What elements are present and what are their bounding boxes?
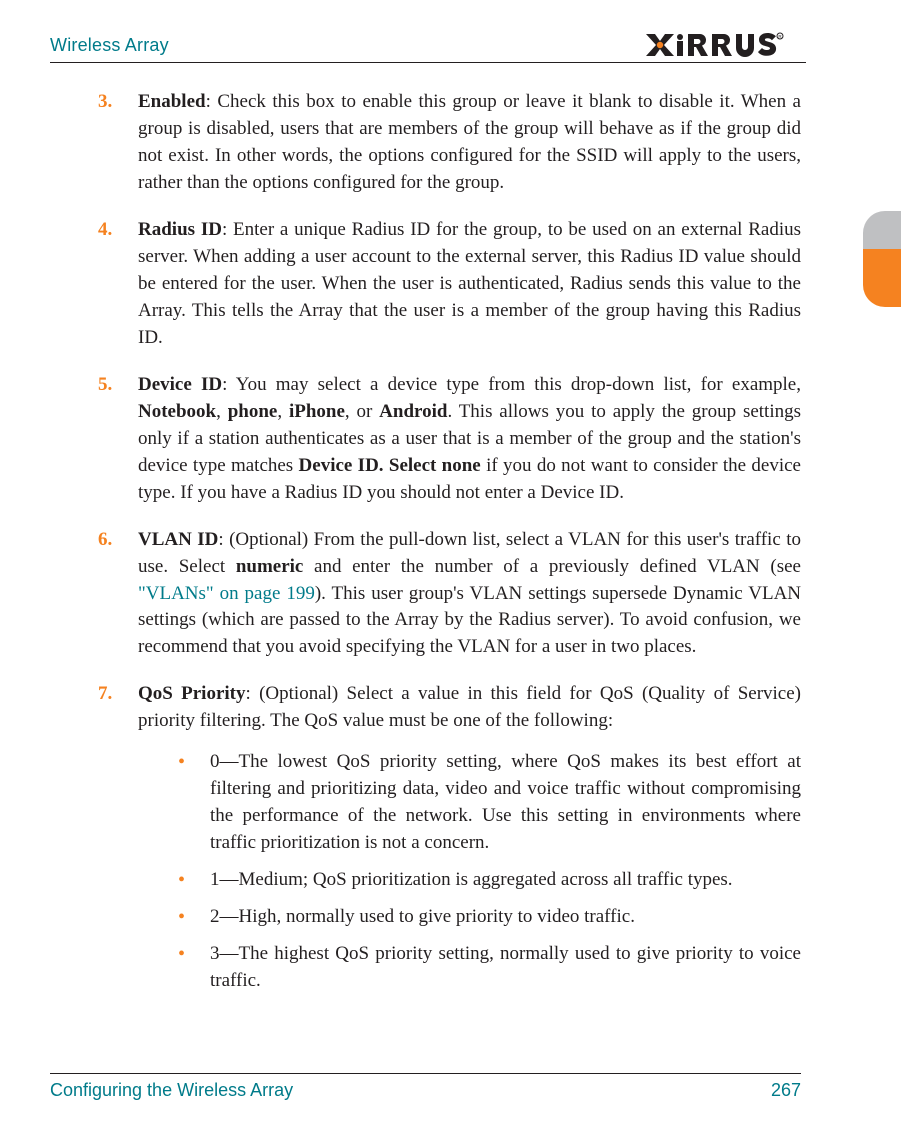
- step-label: QoS Priority: [138, 683, 246, 704]
- xirrus-logo-icon: R: [646, 30, 806, 60]
- step-list: 3. Enabled: Check this box to enable thi…: [50, 89, 801, 995]
- brand-logo: R: [646, 30, 806, 60]
- bold-text: Notebook: [138, 401, 216, 422]
- step-item-5: 5. Device ID: You may select a device ty…: [98, 372, 801, 507]
- page-header: Wireless Array R: [50, 30, 806, 63]
- header-title: Wireless Array: [50, 35, 169, 56]
- step-label: VLAN ID: [138, 529, 218, 550]
- bold-text: Android: [379, 401, 447, 422]
- step-number: 6.: [98, 527, 112, 554]
- bullet-item: 0—The lowest QoS priority setting, where…: [178, 749, 801, 857]
- step-text: ,: [216, 401, 228, 422]
- bullet-item: 1—Medium; QoS prioritization is aggregat…: [178, 867, 801, 894]
- bullet-item: 2—High, normally used to give priority t…: [178, 904, 801, 931]
- step-body: VLAN ID: (Optional) From the pull-down l…: [138, 529, 801, 658]
- content-area: Wireless Array R: [0, 0, 901, 995]
- bold-text: iPhone: [289, 401, 345, 422]
- bullet-list: 0—The lowest QoS priority setting, where…: [138, 749, 801, 995]
- step-text: : Check this box to enable this group or…: [138, 91, 801, 193]
- step-item-6: 6. VLAN ID: (Optional) From the pull-dow…: [98, 527, 801, 662]
- step-item-4: 4. Radius ID: Enter a unique Radius ID f…: [98, 217, 801, 352]
- step-label: Enabled: [138, 91, 206, 112]
- bold-text: Device ID. Select none: [299, 455, 481, 476]
- step-text: , or: [345, 401, 379, 422]
- side-tab: [863, 211, 901, 307]
- page-footer: Configuring the Wireless Array 267: [50, 1073, 801, 1101]
- step-text: and enter the number of a previously def…: [303, 556, 801, 577]
- footer-section-title: Configuring the Wireless Array: [50, 1080, 293, 1101]
- step-text: ,: [277, 401, 289, 422]
- side-tab-orange: [863, 249, 901, 307]
- step-item-7: 7. QoS Priority: (Optional) Select a val…: [98, 681, 801, 995]
- bold-text: phone: [228, 401, 278, 422]
- step-body: Radius ID: Enter a unique Radius ID for …: [138, 219, 801, 348]
- step-number: 4.: [98, 217, 112, 244]
- cross-reference-link[interactable]: "VLANs" on page 199: [138, 583, 315, 604]
- step-text: : Enter a unique Radius ID for the group…: [138, 219, 801, 348]
- step-number: 5.: [98, 372, 112, 399]
- step-body: Device ID: You may select a device type …: [138, 374, 801, 503]
- step-label: Device ID: [138, 374, 222, 395]
- step-body: Enabled: Check this box to enable this g…: [138, 91, 801, 193]
- step-number: 7.: [98, 681, 112, 708]
- page: Wireless Array R: [0, 0, 901, 1137]
- bullet-item: 3—The highest QoS priority setting, norm…: [178, 941, 801, 995]
- step-body: QoS Priority: (Optional) Select a value …: [138, 683, 801, 731]
- bold-text: numeric: [236, 556, 304, 577]
- step-item-3: 3. Enabled: Check this box to enable thi…: [98, 89, 801, 197]
- step-number: 3.: [98, 89, 112, 116]
- step-label: Radius ID: [138, 219, 222, 240]
- footer-page-number: 267: [771, 1080, 801, 1101]
- step-text: : You may select a device type from this…: [222, 374, 801, 395]
